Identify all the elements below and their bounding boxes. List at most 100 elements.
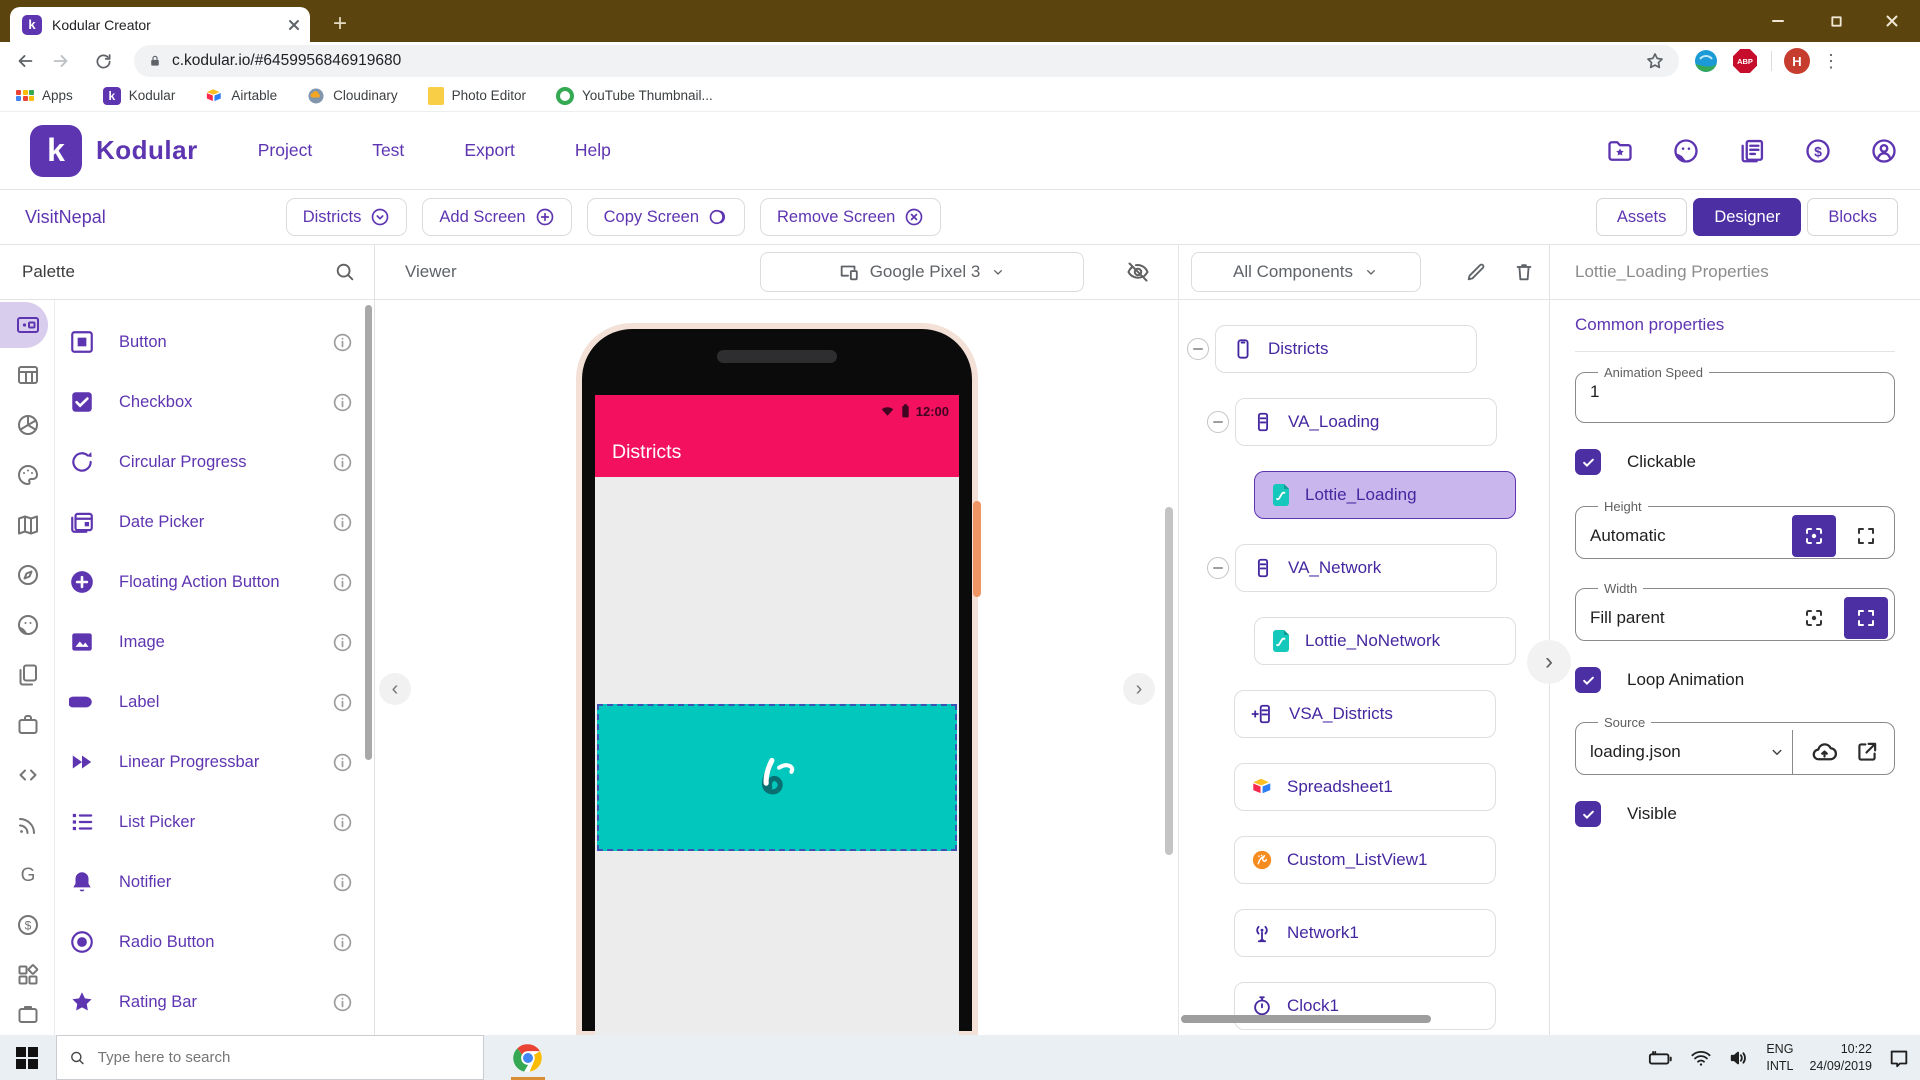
category-utilities[interactable] [0, 700, 55, 750]
bookmark-star-icon[interactable] [1645, 51, 1665, 71]
tree-node-lottie-nonetwork[interactable]: Lottie_NoNetwork [1254, 617, 1516, 665]
close-button[interactable] [1864, 0, 1920, 42]
new-tab-button[interactable]: + [325, 9, 355, 39]
wifi-tray-icon[interactable] [1690, 1048, 1712, 1068]
idm-extension-icon[interactable] [1693, 48, 1719, 74]
tree-row[interactable]: Network1 [1234, 909, 1549, 957]
earn-icon[interactable]: $ [1804, 137, 1832, 165]
palette-item-list-picker[interactable]: List Picker [55, 792, 367, 852]
palette-item-notifier[interactable]: Notifier [55, 852, 367, 912]
category-google[interactable]: G [0, 850, 55, 900]
category-sensors[interactable] [0, 550, 55, 600]
forward-icon[interactable] [44, 44, 78, 78]
category-maps[interactable] [0, 500, 55, 550]
profile-avatar[interactable]: H [1784, 48, 1810, 74]
viewer-scrollbar[interactable] [1165, 507, 1173, 855]
add-screen-button[interactable]: Add Screen [422, 198, 572, 236]
info-icon[interactable] [332, 992, 353, 1013]
news-icon[interactable] [1738, 137, 1766, 165]
width-automatic-button[interactable] [1792, 597, 1836, 639]
collapse-icon[interactable] [1187, 338, 1209, 360]
account-icon[interactable] [1870, 137, 1898, 165]
community-icon[interactable] [1672, 137, 1700, 165]
phone-screen[interactable]: 12:00 Districts [595, 395, 959, 1035]
lottie-loading-component[interactable] [597, 704, 957, 851]
category-experimental[interactable] [0, 750, 55, 800]
source-dropdown[interactable]: loading.json [1590, 742, 1786, 762]
folder-star-icon[interactable] [1606, 137, 1634, 165]
bookmark-youtube-thumbnail[interactable]: YouTube Thumbnail... [555, 86, 713, 105]
palette-item-fab[interactable]: Floating Action Button [55, 552, 367, 612]
height-fill-button[interactable] [1844, 515, 1888, 557]
copy-screen-button[interactable]: Copy Screen [586, 198, 746, 236]
tree-node-custom-listview1[interactable]: Custom_ListView1 [1234, 836, 1496, 884]
height-value[interactable]: Automatic [1590, 526, 1792, 546]
info-icon[interactable] [332, 692, 353, 713]
bookmark-photo-editor[interactable]: Photo Editor [427, 86, 526, 105]
clickable-checkbox[interactable] [1575, 449, 1601, 475]
lock-icon[interactable] [148, 53, 162, 69]
tree-node-lottie-loading[interactable]: Lottie_Loading [1254, 471, 1516, 519]
height-field[interactable]: Height Automatic [1575, 499, 1895, 559]
category-drawing-animation[interactable] [0, 450, 55, 500]
panel-collapse-chevron[interactable]: › [1527, 640, 1571, 684]
tree-row[interactable]: Spreadsheet1 [1234, 763, 1549, 811]
action-center-icon[interactable] [1888, 1047, 1910, 1069]
volume-tray-icon[interactable] [1728, 1048, 1750, 1068]
delete-trash-icon[interactable] [1513, 261, 1535, 283]
palette-item-button[interactable]: Button [55, 312, 367, 372]
taskbar-search[interactable] [56, 1035, 484, 1080]
tree-row[interactable]: VA_Loading [1207, 398, 1549, 446]
width-fill-button[interactable] [1844, 597, 1888, 639]
menu-test[interactable]: Test [372, 140, 404, 161]
rename-pencil-icon[interactable] [1465, 261, 1487, 283]
menu-export[interactable]: Export [464, 140, 515, 161]
minimize-button[interactable] [1750, 0, 1806, 42]
width-value[interactable]: Fill parent [1590, 608, 1792, 628]
screen-selector[interactable]: Districts [285, 198, 408, 236]
tree-node-va-loading[interactable]: VA_Loading [1235, 398, 1497, 446]
category-layout[interactable] [0, 350, 55, 400]
designer-button[interactable]: Designer [1693, 198, 1802, 236]
tree-row[interactable]: Districts [1187, 325, 1549, 373]
tree-node-va-network[interactable]: VA_Network [1235, 544, 1497, 592]
palette-item-label[interactable]: Label [55, 672, 367, 732]
components-filter-dropdown[interactable]: All Components [1191, 252, 1421, 292]
palette-item-circular-progress[interactable]: Circular Progress [55, 432, 367, 492]
windows-start-button[interactable] [16, 1046, 38, 1069]
assets-button[interactable]: Assets [1595, 198, 1688, 236]
category-connectivity[interactable] [0, 800, 55, 850]
tab-close-icon[interactable] [288, 19, 300, 31]
device-selector[interactable]: Google Pixel 3 [760, 252, 1084, 292]
info-icon[interactable] [332, 932, 353, 953]
info-icon[interactable] [332, 812, 353, 833]
common-properties-link[interactable]: Common properties [1575, 315, 1895, 352]
palette-item-radio-button[interactable]: Radio Button [55, 912, 367, 972]
info-icon[interactable] [332, 392, 353, 413]
adblock-extension-icon[interactable]: ABP [1733, 49, 1757, 73]
tree-horizontal-scrollbar[interactable] [1181, 1015, 1431, 1023]
address-bar[interactable]: c.kodular.io/#6459956846919680 [134, 45, 1679, 77]
tree-row[interactable]: Lottie_Loading [1254, 471, 1549, 519]
tree-node-network1[interactable]: Network1 [1234, 909, 1496, 957]
language-indicator[interactable]: ENG INTL [1766, 1041, 1793, 1074]
info-icon[interactable] [332, 512, 353, 533]
info-icon[interactable] [332, 752, 353, 773]
category-user-interface[interactable] [0, 300, 55, 350]
tree-node-districts[interactable]: Districts [1215, 325, 1477, 373]
tree-row[interactable]: VA_Network [1207, 544, 1549, 592]
info-icon[interactable] [332, 452, 353, 473]
palette-item-image[interactable]: Image [55, 612, 367, 672]
info-icon[interactable] [332, 572, 353, 593]
palette-item-checkbox[interactable]: Checkbox [55, 372, 367, 432]
tree-row[interactable]: Lottie_NoNetwork [1254, 617, 1549, 665]
tree-node-vsa-districts[interactable]: VSA_Districts [1234, 690, 1496, 738]
height-automatic-button[interactable] [1792, 515, 1836, 557]
category-media[interactable] [0, 400, 55, 450]
palette-item-date-picker[interactable]: Date Picker [55, 492, 367, 552]
bookmark-kodular[interactable]: k Kodular [102, 86, 175, 105]
kodular-logo[interactable]: k [30, 124, 82, 177]
category-social[interactable] [0, 600, 55, 650]
chrome-taskbar-icon[interactable] [506, 1035, 550, 1080]
palette-scrollbar[interactable] [365, 305, 372, 760]
